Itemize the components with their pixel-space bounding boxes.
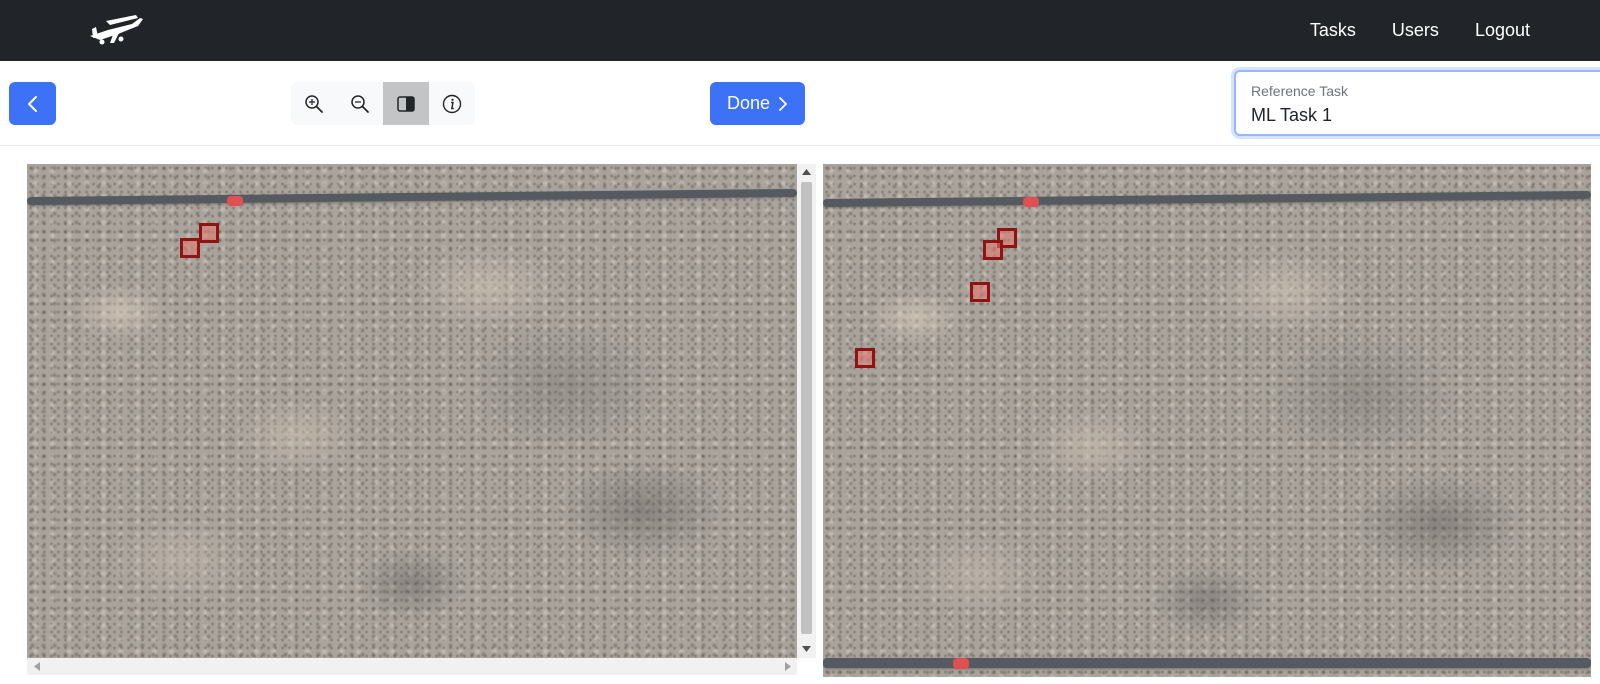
- vertical-scroll-thumb[interactable]: [801, 182, 812, 634]
- split-view-icon: [397, 95, 415, 112]
- split-view-button[interactable]: [383, 82, 429, 125]
- zoom-in-icon: [305, 94, 323, 113]
- info-icon: [442, 94, 462, 113]
- power-line-marker: [1023, 197, 1039, 207]
- annotation-box[interactable]: [983, 240, 1003, 260]
- scroll-right-icon[interactable]: [785, 662, 791, 671]
- chevron-left-icon: [27, 95, 37, 112]
- toolbar: Done Reference Task ML Task 1: [0, 61, 1600, 146]
- reference-task-value: ML Task 1: [1251, 105, 1333, 125]
- annotation-box[interactable]: [199, 223, 219, 243]
- horizontal-scrollbar[interactable]: [27, 658, 797, 675]
- nav-users-link[interactable]: Users: [1392, 18, 1439, 42]
- reference-task-label: Reference Task: [1251, 83, 1349, 99]
- nav-tasks-link[interactable]: Tasks: [1310, 18, 1356, 42]
- reference-task-select[interactable]: Reference Task ML Task 1: [1234, 70, 1600, 136]
- scroll-left-icon[interactable]: [34, 662, 40, 671]
- navbar: Tasks Users Logout: [0, 0, 1600, 61]
- scroll-down-icon[interactable]: [802, 646, 811, 652]
- zoom-in-button[interactable]: [291, 82, 337, 125]
- scroll-up-icon[interactable]: [802, 169, 811, 175]
- power-line: [27, 188, 797, 205]
- nav-logout-link[interactable]: Logout: [1475, 18, 1530, 42]
- nav-links: Tasks Users Logout: [1310, 18, 1530, 42]
- power-line-marker: [953, 658, 969, 669]
- power-line: [823, 190, 1591, 207]
- left-image-viewer[interactable]: [27, 164, 797, 658]
- annotation-box[interactable]: [180, 238, 200, 258]
- info-button[interactable]: [429, 82, 475, 125]
- done-button[interactable]: Done: [710, 82, 805, 125]
- power-line-marker: [227, 196, 243, 206]
- zoom-out-button[interactable]: [337, 82, 383, 125]
- right-image-viewer[interactable]: [823, 164, 1591, 677]
- airplane-icon[interactable]: [88, 12, 146, 46]
- zoom-out-icon: [351, 94, 369, 113]
- done-button-label: Done: [726, 93, 771, 113]
- chevron-right-icon: [779, 96, 787, 111]
- back-button[interactable]: [9, 82, 56, 125]
- annotation-box[interactable]: [855, 348, 875, 368]
- vertical-scrollbar[interactable]: [797, 164, 816, 658]
- power-line: [823, 658, 1591, 668]
- annotation-box[interactable]: [970, 282, 990, 302]
- view-controls-group: [291, 82, 475, 125]
